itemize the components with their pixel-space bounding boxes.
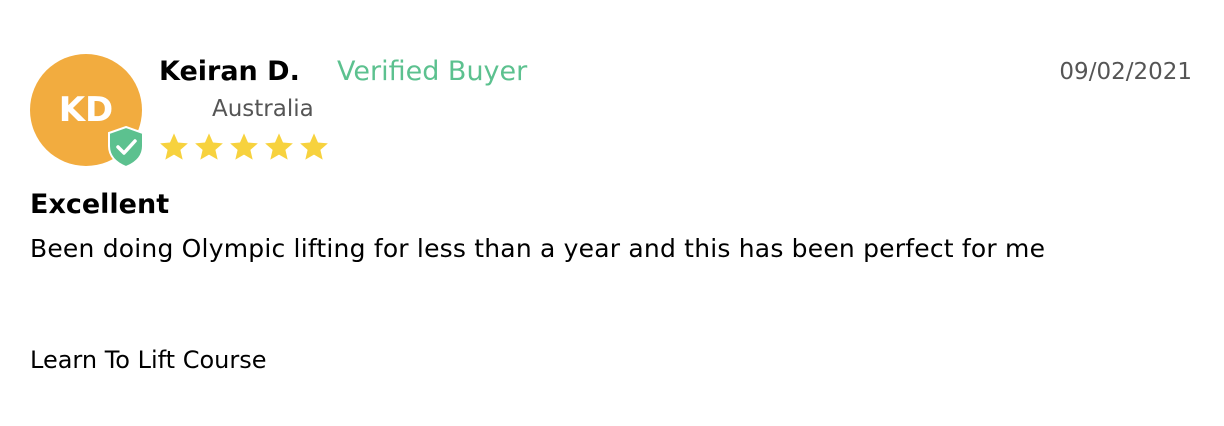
avatar-initials: KD: [58, 90, 114, 130]
reviewer-location: Australia: [212, 96, 314, 122]
star-icon: [195, 133, 223, 160]
shield-check-icon: [108, 126, 144, 168]
reviewer-name: Keiran D.: [159, 56, 300, 87]
review-title: Excellent: [30, 189, 170, 220]
star-icon: [230, 133, 258, 160]
star-rating: [158, 131, 330, 163]
verified-buyer-label: Verified Buyer: [337, 56, 528, 87]
review-card: KD Keiran D. Verified Buyer Australia 09…: [0, 0, 1224, 426]
review-body: Been doing Olympic lifting for less than…: [30, 234, 1046, 263]
review-date: 09/02/2021: [1059, 59, 1192, 85]
star-icon: [300, 133, 328, 160]
star-icon: [160, 133, 188, 160]
star-icon: [265, 133, 293, 160]
product-name: Learn To Lift Course: [30, 346, 267, 374]
